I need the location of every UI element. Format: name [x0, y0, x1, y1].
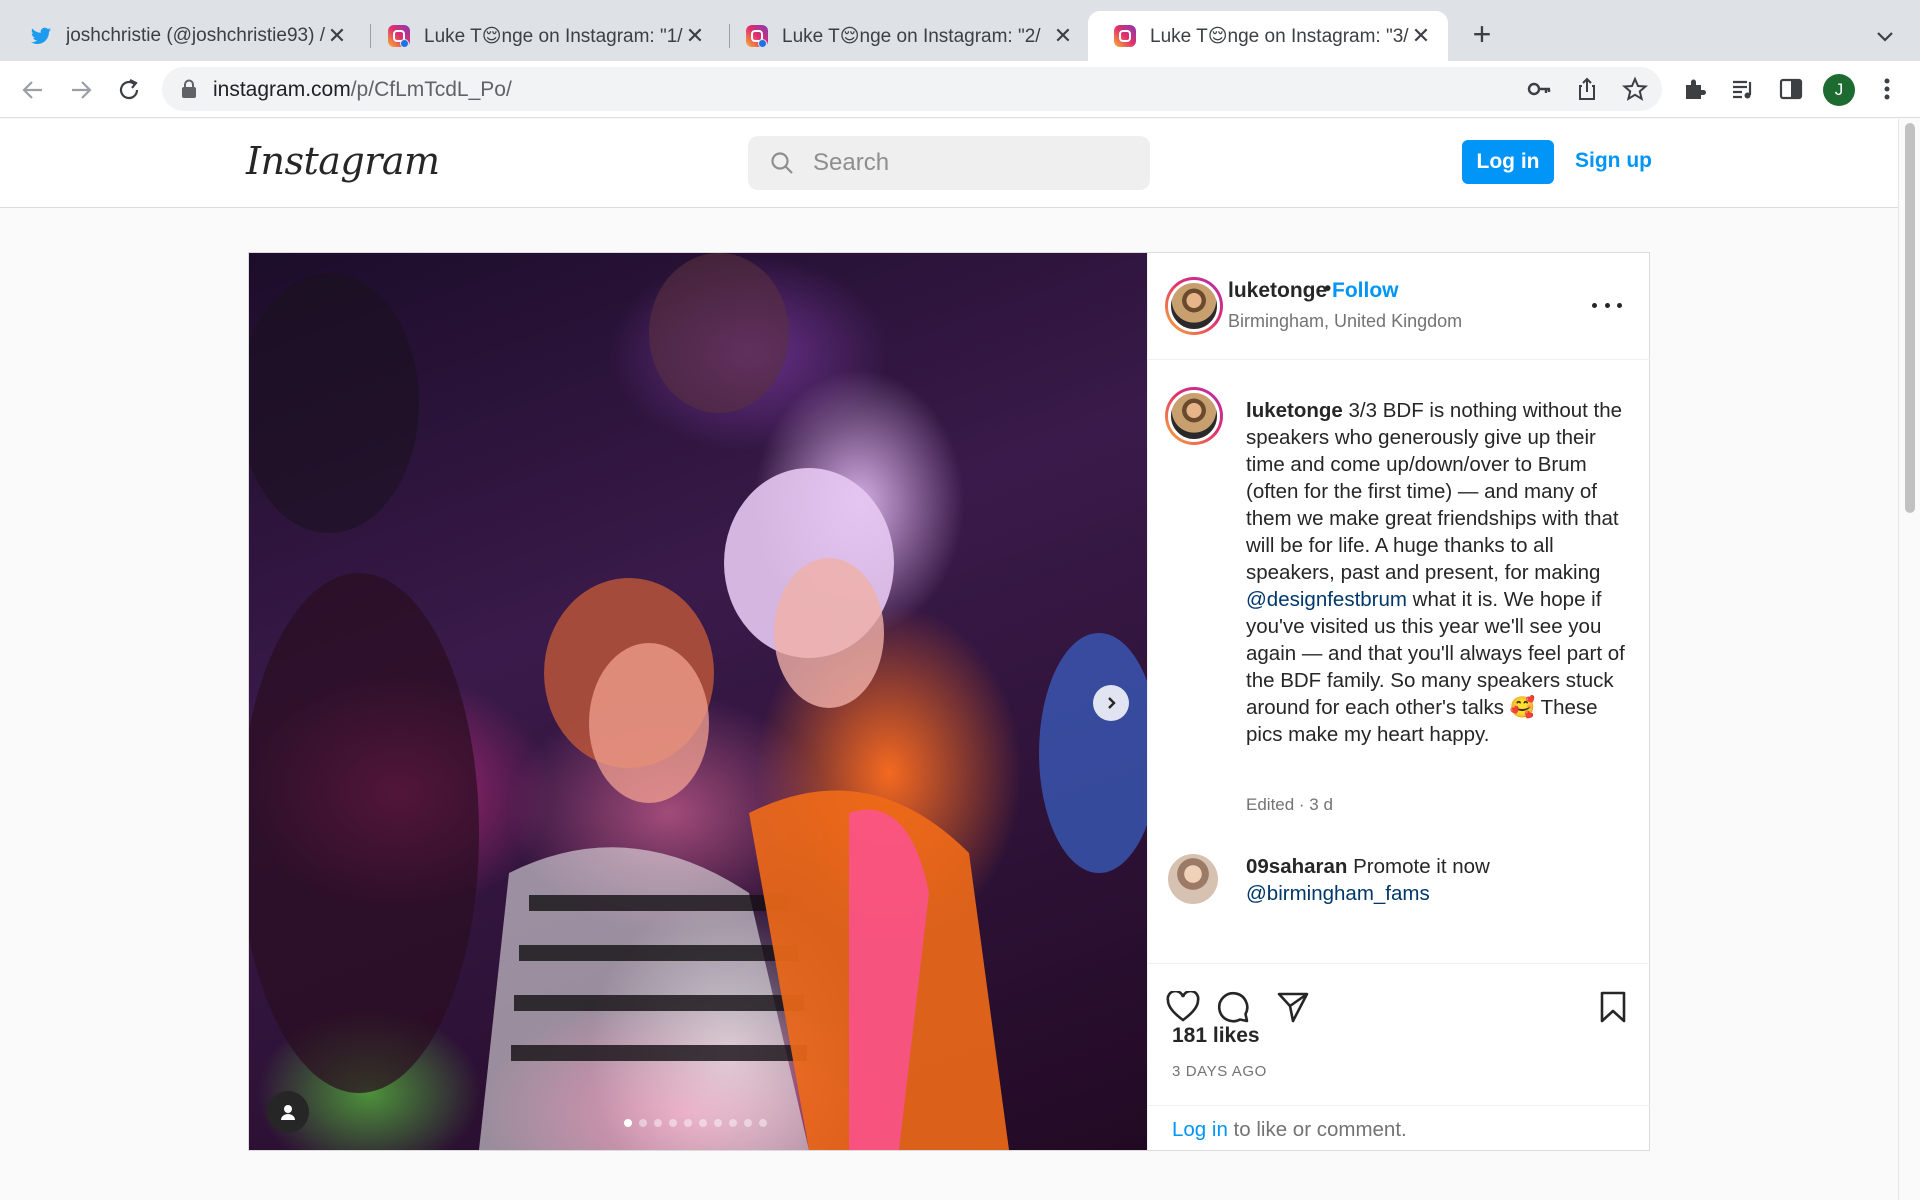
like-button[interactable]: [1164, 988, 1202, 1026]
post-caption: luketonge 3/3 BDF is nothing without the…: [1246, 399, 1625, 746]
instagram-header: Instagram Log in Sign up: [0, 119, 1898, 208]
carousel-dot: [684, 1119, 692, 1127]
author-username[interactable]: luketonge: [1228, 279, 1327, 303]
tab-title: Luke T😌nge on Instagram: "1/: [424, 25, 683, 47]
instagram-logo[interactable]: Instagram: [246, 139, 440, 183]
post-sidebar: luketonge • Follow Birmingham, United Ki…: [1147, 253, 1650, 1150]
comment-button[interactable]: [1214, 988, 1252, 1026]
bookmark-icon: [1600, 991, 1626, 1023]
author-avatar[interactable]: [1165, 277, 1223, 335]
instagram-icon: [388, 25, 410, 48]
browser-toolbar: instagram.com/p/CfLmTcdL_Po/ J: [0, 61, 1920, 118]
share-icon[interactable]: [1573, 75, 1601, 103]
post-header: luketonge • Follow Birmingham, United Ki…: [1148, 253, 1650, 360]
login-link[interactable]: Log in: [1172, 1118, 1228, 1141]
edited-timestamp: Edited · 3 d: [1246, 795, 1333, 814]
user-icon: [281, 1105, 295, 1120]
chevron-right-icon: [1108, 697, 1116, 709]
new-tab-button[interactable]: +: [1465, 18, 1499, 52]
close-icon[interactable]: ✕: [684, 23, 706, 49]
close-icon[interactable]: ✕: [1410, 23, 1432, 49]
commenter-avatar[interactable]: [1168, 854, 1218, 904]
signup-link[interactable]: Sign up: [1575, 149, 1652, 173]
key-icon[interactable]: [1525, 75, 1553, 103]
heart-icon: [1166, 991, 1200, 1022]
instagram-icon: [1114, 25, 1136, 47]
media-control-icon[interactable]: [1729, 75, 1757, 103]
caption-author-avatar[interactable]: [1165, 387, 1223, 445]
tab-title: joshchristie (@joshchristie93) /: [66, 25, 325, 46]
browser-tab-strip: joshchristie (@joshchristie93) / ✕ Luke …: [0, 0, 1920, 61]
post-location[interactable]: Birmingham, United Kingdom: [1228, 311, 1462, 332]
post-time[interactable]: 3 DAYS AGO: [1172, 1063, 1267, 1080]
carousel-dot: [669, 1119, 677, 1127]
tab-title: Luke T😌nge on Instagram: "3/: [1150, 25, 1409, 47]
address-bar[interactable]: instagram.com/p/CfLmTcdL_Po/: [162, 67, 1662, 111]
close-icon[interactable]: ✕: [326, 23, 348, 49]
tagged-users-button[interactable]: [267, 1091, 309, 1133]
carousel-indicator: [624, 1119, 767, 1127]
search-icon: [771, 152, 793, 174]
menu-icon[interactable]: [1873, 75, 1901, 103]
back-arrow-icon: [22, 81, 42, 99]
forward-arrow-icon: [72, 81, 92, 99]
post-photo[interactable]: [249, 253, 1147, 1150]
carousel-dot: [759, 1119, 767, 1127]
separator-dot: •: [1324, 277, 1332, 300]
send-icon: [1277, 992, 1309, 1023]
carousel-next-button[interactable]: [1093, 685, 1129, 721]
lock-icon: [182, 79, 196, 98]
follow-button[interactable]: Follow: [1332, 279, 1399, 303]
chevron-down-icon: [1877, 32, 1893, 42]
login-button[interactable]: Log in: [1462, 140, 1554, 184]
save-button[interactable]: [1594, 988, 1632, 1026]
search-box[interactable]: [748, 136, 1150, 190]
mention-link[interactable]: @birmingham_fams: [1246, 882, 1430, 905]
tab-instagram-3-active[interactable]: Luke T😌nge on Instagram: "3/ ✕: [1088, 11, 1448, 61]
carousel-dot: [639, 1119, 647, 1127]
tab-instagram-2[interactable]: Luke T😌nge on Instagram: "2/ ✕: [720, 11, 1090, 61]
photo-scene: [249, 253, 1147, 1150]
carousel-dot: [699, 1119, 707, 1127]
reload-button[interactable]: [112, 73, 146, 107]
carousel-dot: [714, 1119, 722, 1127]
share-button[interactable]: [1274, 988, 1312, 1026]
carousel-dot: [654, 1119, 662, 1127]
post-card: luketonge • Follow Birmingham, United Ki…: [248, 252, 1650, 1151]
tab-twitter[interactable]: joshchristie (@joshchristie93) / ✕: [4, 11, 364, 61]
side-panel-icon[interactable]: [1777, 75, 1805, 103]
comment-bubble-icon: [1218, 992, 1249, 1023]
close-icon[interactable]: ✕: [1052, 23, 1074, 49]
login-prompt: Log in to like or comment.: [1148, 1105, 1650, 1150]
bookmark-star-icon[interactable]: [1621, 75, 1649, 103]
carousel-dot: [744, 1119, 752, 1127]
caption-username[interactable]: luketonge: [1246, 399, 1343, 422]
scrollbar-thumb[interactable]: [1905, 123, 1915, 513]
search-input[interactable]: [813, 147, 1133, 179]
tab-search-button[interactable]: [1870, 22, 1900, 52]
url-text: instagram.com/p/CfLmTcdL_Po/: [213, 78, 512, 101]
page-scrollbar[interactable]: [1898, 119, 1920, 1200]
comment-username[interactable]: 09saharan: [1246, 855, 1347, 878]
mention-link[interactable]: @designfestbrum: [1246, 588, 1407, 611]
extensions-icon[interactable]: [1681, 75, 1709, 103]
tab-title: Luke T😌nge on Instagram: "2/: [782, 25, 1041, 47]
carousel-dot: [729, 1119, 737, 1127]
forward-button[interactable]: [64, 73, 98, 107]
tab-instagram-1[interactable]: Luke T😌nge on Instagram: "1/ ✕: [362, 11, 722, 61]
back-button[interactable]: [16, 73, 50, 107]
profile-avatar[interactable]: J: [1823, 74, 1855, 106]
carousel-dot: [624, 1119, 632, 1127]
comment: 09saharan Promote it now @birmingham_fam…: [1246, 855, 1490, 905]
instagram-icon: [746, 25, 768, 48]
likes-count[interactable]: 181 likes: [1172, 1024, 1260, 1048]
twitter-icon: [30, 25, 52, 47]
reload-icon: [119, 79, 139, 100]
more-options-icon[interactable]: [1592, 293, 1622, 317]
